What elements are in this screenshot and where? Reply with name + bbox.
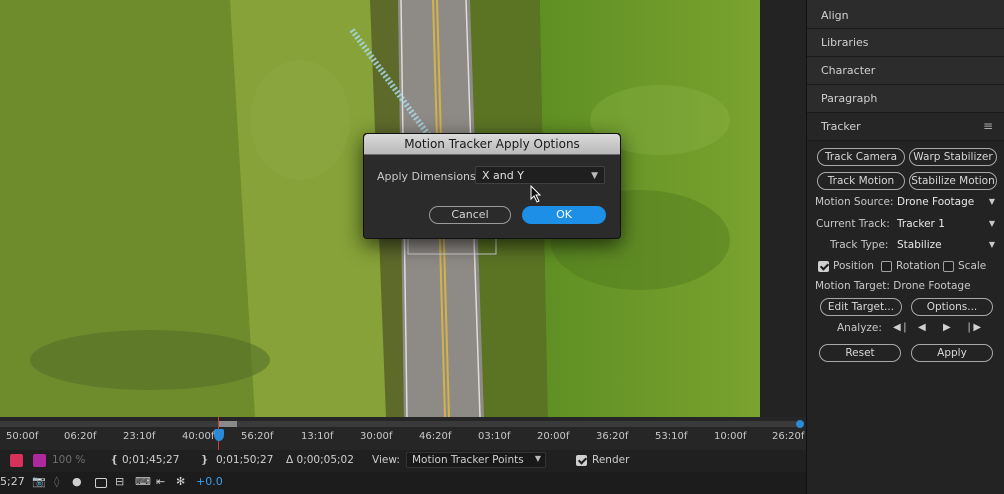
edit-target-button[interactable]: Edit Target...	[820, 298, 902, 316]
timeline-tick: 40:00f	[182, 431, 215, 442]
timeline-tick: 46:20f	[419, 431, 452, 442]
rotation-label: Rotation	[896, 260, 940, 272]
analyze-forward-icon[interactable]: ▶	[943, 322, 951, 333]
motion-target-text: Motion Target: Drone Footage	[815, 280, 971, 292]
timeline-tick: 26:20f	[772, 431, 805, 442]
mouse-pointer-icon	[530, 185, 542, 203]
track-camera-button[interactable]: Track Camera	[817, 148, 905, 166]
red-swatch-icon[interactable]	[10, 454, 23, 467]
render-label: Render	[592, 454, 630, 466]
out-point-icon: ❵	[200, 454, 209, 466]
timeline-tick: 50:00f	[6, 431, 39, 442]
apply-dimensions-select[interactable]: X and Y ▼	[475, 166, 605, 184]
analyze-forward-one-frame-icon[interactable]: ❘▶	[965, 322, 981, 333]
stabilize-motion-button[interactable]: Stabilize Motion	[909, 172, 997, 190]
track-type-value: Stabilize	[897, 239, 942, 251]
magenta-swatch-icon[interactable]	[33, 454, 46, 467]
chevron-down-icon: ▼	[534, 454, 541, 463]
panel-menu-icon[interactable]: ≡	[983, 113, 993, 140]
track-type-dropdown[interactable]: Stabilize ▼	[893, 236, 997, 254]
color-channels-icon[interactable]: ●	[72, 475, 82, 488]
exposure-reset-icon[interactable]: ✻	[176, 475, 185, 488]
panel-character[interactable]: Character	[807, 57, 1004, 85]
render-checkbox[interactable]	[576, 455, 587, 466]
timeline-tick: 06:20f	[64, 431, 97, 442]
chevron-down-icon: ▼	[988, 197, 995, 206]
viewer-toolbar: 5;27 📷 ◊ ● ⊟ ⌨ ⇤ ✻ +0.0	[0, 472, 806, 494]
in-point-time[interactable]: 0;01;45;27	[122, 454, 179, 466]
motion-source-value: Drone Footage	[897, 196, 975, 208]
timeline-track	[0, 421, 800, 427]
rotation-checkbox[interactable]	[881, 261, 892, 272]
guides-icon[interactable]: ⌨	[135, 475, 151, 488]
timeline-tick: 13:10f	[301, 431, 334, 442]
track-type-label: Track Type:	[830, 239, 889, 251]
current-track-label: Current Track:	[816, 218, 890, 230]
region-of-interest-icon[interactable]	[95, 478, 107, 488]
cancel-button[interactable]: Cancel	[429, 206, 511, 224]
position-checkbox[interactable]	[818, 261, 829, 272]
timeline-tick: 10:00f	[714, 431, 747, 442]
ok-button[interactable]: OK	[522, 206, 606, 224]
timeline-tick: 56:20f	[241, 431, 274, 442]
out-point-time[interactable]: 0;01;50;27	[216, 454, 273, 466]
zoom-level[interactable]: 100 %	[52, 454, 85, 466]
view-label: View:	[372, 454, 400, 466]
warp-stabilizer-button[interactable]: Warp Stabilizer	[909, 148, 997, 166]
analyze-label: Analyze:	[837, 322, 882, 334]
timeline-tick: 53:10f	[655, 431, 688, 442]
timeline-tick: 23:10f	[123, 431, 156, 442]
panel-tracker-title: Tracker	[821, 120, 861, 133]
right-panel: Align Libraries Character Paragraph Trac…	[806, 0, 1004, 494]
in-point-icon: ❴	[110, 454, 119, 466]
grid-icon[interactable]: ⊟	[115, 475, 124, 488]
timeline-tick: 36:20f	[596, 431, 629, 442]
chevron-down-icon: ▼	[988, 240, 995, 249]
track-motion-button[interactable]: Track Motion	[817, 172, 905, 190]
work-area-bar[interactable]	[218, 421, 237, 427]
timeline-tick: 30:00f	[360, 431, 393, 442]
panel-paragraph[interactable]: Paragraph	[807, 85, 1004, 113]
exposure-value[interactable]: +0.0	[196, 475, 223, 488]
scale-checkbox[interactable]	[943, 261, 954, 272]
timeline-end-marker[interactable]	[796, 420, 804, 428]
viewer-status-bar: 100 % ❴ 0;01;45;27 ❵ 0;01;50;27 Δ 0;00;0…	[0, 450, 806, 472]
camera-icon[interactable]: 📷	[32, 475, 46, 488]
dialog-title: Motion Tracker Apply Options	[364, 134, 620, 155]
position-label: Position	[833, 260, 874, 272]
timeline-tick: 20:00f	[537, 431, 570, 442]
reset-button[interactable]: Reset	[819, 344, 901, 362]
duration-time: Δ 0;00;05;02	[286, 454, 354, 466]
options-button[interactable]: Options...	[911, 298, 993, 316]
analyze-backward-icon[interactable]: ◀	[918, 322, 926, 333]
chevron-down-icon: ▼	[591, 171, 598, 181]
transparency-icon[interactable]: ◊	[54, 475, 59, 488]
timeline-tick: 03:10f	[478, 431, 511, 442]
motion-tracker-apply-options-dialog: Motion Tracker Apply Options Apply Dimen…	[363, 133, 621, 239]
current-track-value: Tracker 1	[897, 218, 945, 230]
panel-tracker-header[interactable]: Tracker ≡	[807, 113, 1004, 141]
motion-source-dropdown[interactable]: Drone Footage ▼	[893, 193, 997, 211]
viewer-margin	[760, 0, 806, 417]
current-time-indicator[interactable]	[214, 429, 224, 441]
current-timecode[interactable]: 5;27	[0, 475, 25, 488]
fast-previews-icon[interactable]: ⇤	[156, 475, 165, 488]
scale-label: Scale	[958, 260, 987, 272]
panel-align[interactable]: Align	[807, 0, 1004, 29]
current-track-dropdown[interactable]: Tracker 1 ▼	[893, 215, 997, 233]
view-value: Motion Tracker Points	[412, 454, 524, 466]
chevron-down-icon: ▼	[988, 219, 995, 228]
motion-source-label: Motion Source:	[815, 196, 894, 208]
apply-dimensions-value: X and Y	[482, 169, 524, 182]
analyze-back-one-frame-icon[interactable]: ◀❘	[893, 322, 909, 333]
apply-button[interactable]: Apply	[911, 344, 993, 362]
panel-libraries[interactable]: Libraries	[807, 29, 1004, 57]
apply-dimensions-label: Apply Dimensions:	[377, 170, 480, 183]
timeline-ruler[interactable]: 50:00f 06:20f 23:10f 40:00f 56:20f 13:10…	[0, 417, 806, 450]
view-dropdown[interactable]: Motion Tracker Points ▼	[406, 452, 546, 468]
